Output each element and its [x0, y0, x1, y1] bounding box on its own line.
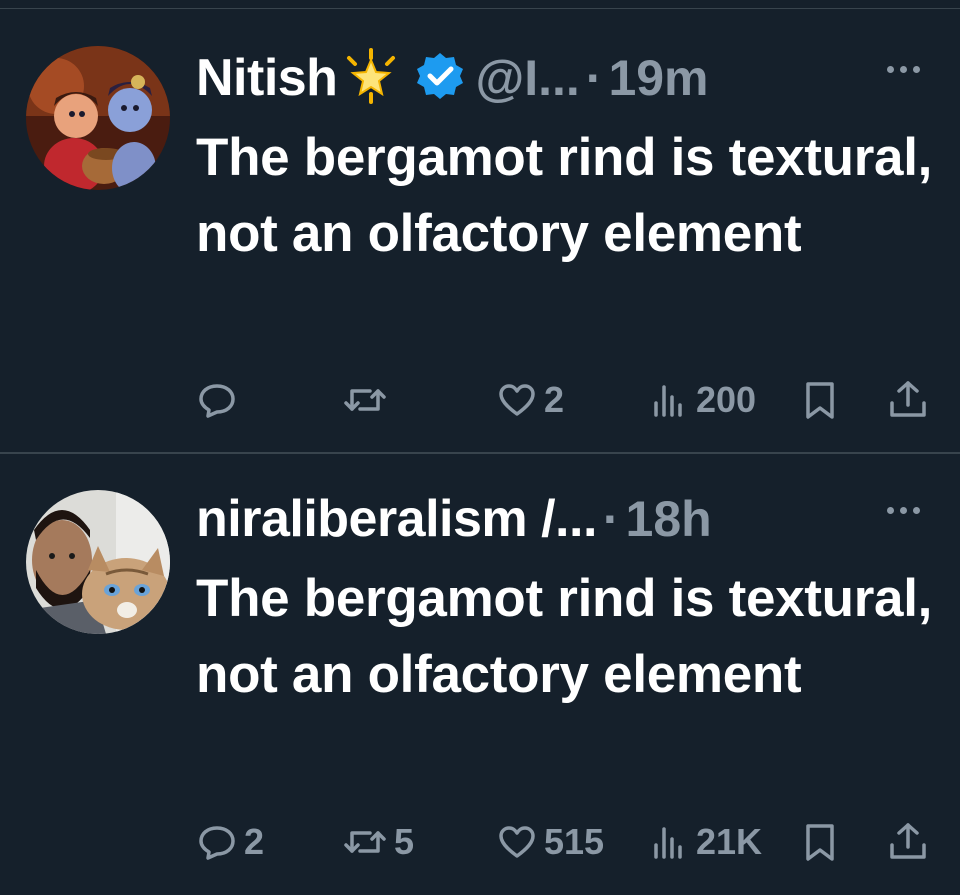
like-icon: [499, 384, 535, 416]
reply-count: 2: [244, 821, 265, 862]
views-icon: [654, 827, 682, 859]
share-icon: [890, 381, 926, 417]
more-icon[interactable]: [887, 507, 920, 514]
views-button[interactable]: 200: [650, 375, 756, 425]
tweet-text: The bergamot rind is textural, not an ol…: [196, 569, 933, 704]
tweet-divider: [0, 452, 960, 454]
retweet-count: 5: [394, 821, 415, 862]
reply-button[interactable]: 2: [196, 817, 264, 867]
retweet-icon: [344, 831, 386, 853]
star-emoji: [341, 47, 401, 109]
tweet[interactable]: niraliberalism /... · 18h The bergamot r…: [0, 455, 960, 895]
bookmark-icon: [806, 382, 834, 419]
display-name[interactable]: Nitish: [196, 48, 338, 108]
top-divider: [0, 8, 960, 9]
handle[interactable]: @I...: [475, 49, 579, 107]
reply-icon: [199, 826, 235, 860]
tweet-header: niraliberalism /... · 18h: [196, 487, 712, 551]
like-count: 515: [544, 821, 605, 862]
action-bar: 2 5 515 21K: [196, 817, 936, 867]
retweet-icon: [344, 389, 386, 411]
views-count: 21K: [696, 821, 763, 862]
separator-dot: ·: [585, 50, 603, 106]
like-button[interactable]: 2: [496, 375, 564, 425]
tweet-text: The bergamot rind is textural, not an ol…: [196, 128, 933, 263]
reply-icon: [199, 384, 235, 418]
timestamp[interactable]: 19m: [608, 49, 708, 107]
bookmark-icon: [806, 824, 834, 861]
like-icon: [499, 826, 535, 858]
share-icon: [890, 823, 926, 859]
action-bar: 2 200: [196, 375, 936, 425]
retweet-button[interactable]: [342, 375, 394, 425]
like-count: 2: [544, 379, 565, 420]
avatar[interactable]: [26, 490, 170, 634]
verified-icon: [415, 51, 465, 106]
like-button[interactable]: 515: [496, 817, 604, 867]
more-icon[interactable]: [887, 66, 920, 73]
bookmark-button[interactable]: [800, 375, 840, 425]
separator-dot: ·: [602, 491, 620, 547]
share-button[interactable]: [886, 375, 930, 425]
avatar[interactable]: [26, 46, 170, 190]
views-icon: [654, 385, 682, 417]
retweet-button[interactable]: 5: [342, 817, 414, 867]
timestamp[interactable]: 18h: [626, 490, 712, 548]
display-name[interactable]: niraliberalism /...: [196, 489, 597, 549]
tweet[interactable]: Nitish @I... · 19m The bergamot rind is …: [0, 10, 960, 450]
reply-button[interactable]: [196, 375, 244, 425]
bookmark-button[interactable]: [800, 817, 840, 867]
views-button[interactable]: 21K: [650, 817, 762, 867]
views-count: 200: [696, 379, 757, 420]
share-button[interactable]: [886, 817, 930, 867]
tweet-header: Nitish @I... · 19m: [196, 46, 709, 110]
